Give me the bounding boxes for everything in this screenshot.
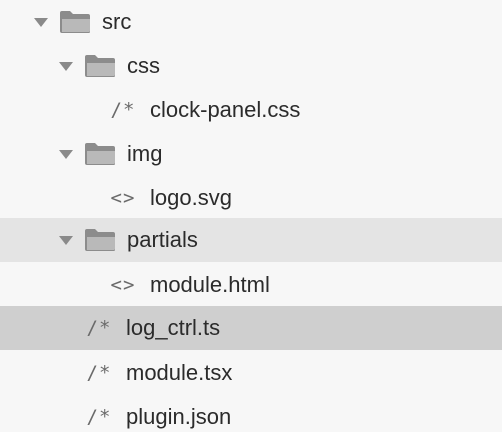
tree-item-label: partials (127, 227, 198, 252)
folder-open-icon (83, 141, 117, 167)
folder-open-icon (58, 9, 92, 35)
folder-open-icon (83, 53, 117, 79)
comment-file-icon: /* (86, 362, 112, 384)
tree-item-src-folder[interactable]: src (0, 0, 502, 44)
tree-item-label: plugin.json (126, 404, 232, 429)
tree-item-label: log_ctrl.ts (126, 315, 221, 340)
tree-item-module-tsx[interactable]: /* module.tsx (0, 351, 502, 395)
chevron-down-icon[interactable] (57, 59, 75, 73)
code-file-icon: <> (110, 187, 136, 209)
tree-item-css-folder[interactable]: css (0, 44, 502, 88)
tree-item-label: module.html (150, 272, 270, 297)
chevron-down-icon[interactable] (57, 233, 75, 247)
comment-file-icon: /* (86, 406, 112, 428)
comment-file-icon: /* (110, 99, 136, 121)
code-file-icon: <> (110, 274, 136, 296)
tree-item-module-html[interactable]: <> module.html (0, 263, 502, 307)
tree-item-label: clock-panel.css (150, 97, 301, 122)
tree-item-img-folder[interactable]: img (0, 132, 502, 176)
chevron-down-icon[interactable] (57, 147, 75, 161)
tree-item-partials-folder[interactable]: partials (0, 218, 502, 262)
tree-item-label: logo.svg (150, 185, 232, 210)
file-tree: src css /* clock-panel.css img <> logo.s… (0, 0, 502, 432)
tree-item-label: css (127, 53, 160, 78)
chevron-down-icon[interactable] (32, 15, 50, 29)
tree-item-logo-svg[interactable]: <> logo.svg (0, 176, 502, 220)
tree-item-label: img (127, 141, 163, 166)
tree-item-label: module.tsx (126, 360, 233, 385)
comment-file-icon: /* (86, 317, 112, 339)
tree-item-clock-panel-css[interactable]: /* clock-panel.css (0, 88, 502, 132)
tree-item-label: src (102, 9, 132, 34)
folder-open-icon (83, 227, 117, 253)
tree-item-log-ctrl-ts[interactable]: /* log_ctrl.ts (0, 306, 502, 350)
tree-item-plugin-json[interactable]: /* plugin.json (0, 395, 502, 432)
